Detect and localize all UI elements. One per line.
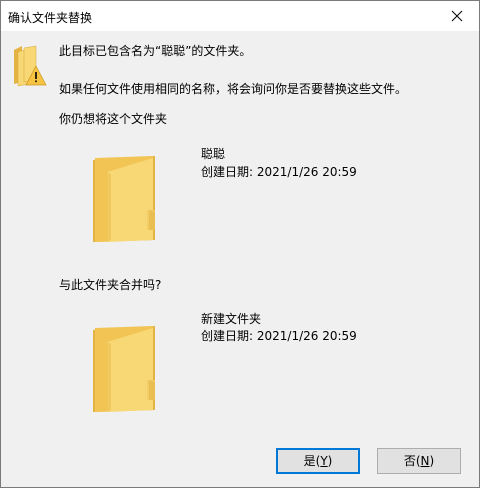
close-icon <box>451 10 463 22</box>
close-button[interactable] <box>435 1 479 31</box>
yes-button[interactable]: 是(Y) <box>276 448 360 474</box>
no-button-label-end: ) <box>429 454 435 468</box>
folder-warning-icon <box>14 45 47 87</box>
title-bar: 确认文件夹替换 <box>1 1 479 31</box>
message-line-3: 你仍想将这个文件夹 <box>59 112 168 126</box>
target-folder-date: 创建日期: 2021/1/26 20:59 <box>201 165 357 179</box>
merge-question: 与此文件夹合并吗? <box>59 278 162 292</box>
no-button-label: 否( <box>403 454 421 468</box>
yes-button-label-end: ) <box>327 454 333 468</box>
target-folder-name: 聪聪 <box>201 147 226 161</box>
folder-icon <box>93 326 155 412</box>
message-line-1: 此目标已包含名为“聪聪”的文件夹。 <box>59 44 252 58</box>
yes-button-label: 是( <box>303 454 321 468</box>
message-line-2: 如果任何文件使用相同的名称，将会询问你是否要替换这些文件。 <box>59 82 408 96</box>
folder-icon <box>93 156 155 242</box>
source-folder-date: 创建日期: 2021/1/26 20:59 <box>201 329 357 343</box>
source-folder-name: 新建文件夹 <box>201 312 262 326</box>
confirm-folder-replace-dialog: 确认文件夹替换 此目标已包含名为“聪聪”的文件夹。 如果任何文件使用相同的名称，… <box>0 0 480 488</box>
window-title: 确认文件夹替换 <box>8 11 93 25</box>
yes-button-accesskey: Y <box>320 454 328 468</box>
no-button[interactable]: 否(N) <box>377 448 461 474</box>
